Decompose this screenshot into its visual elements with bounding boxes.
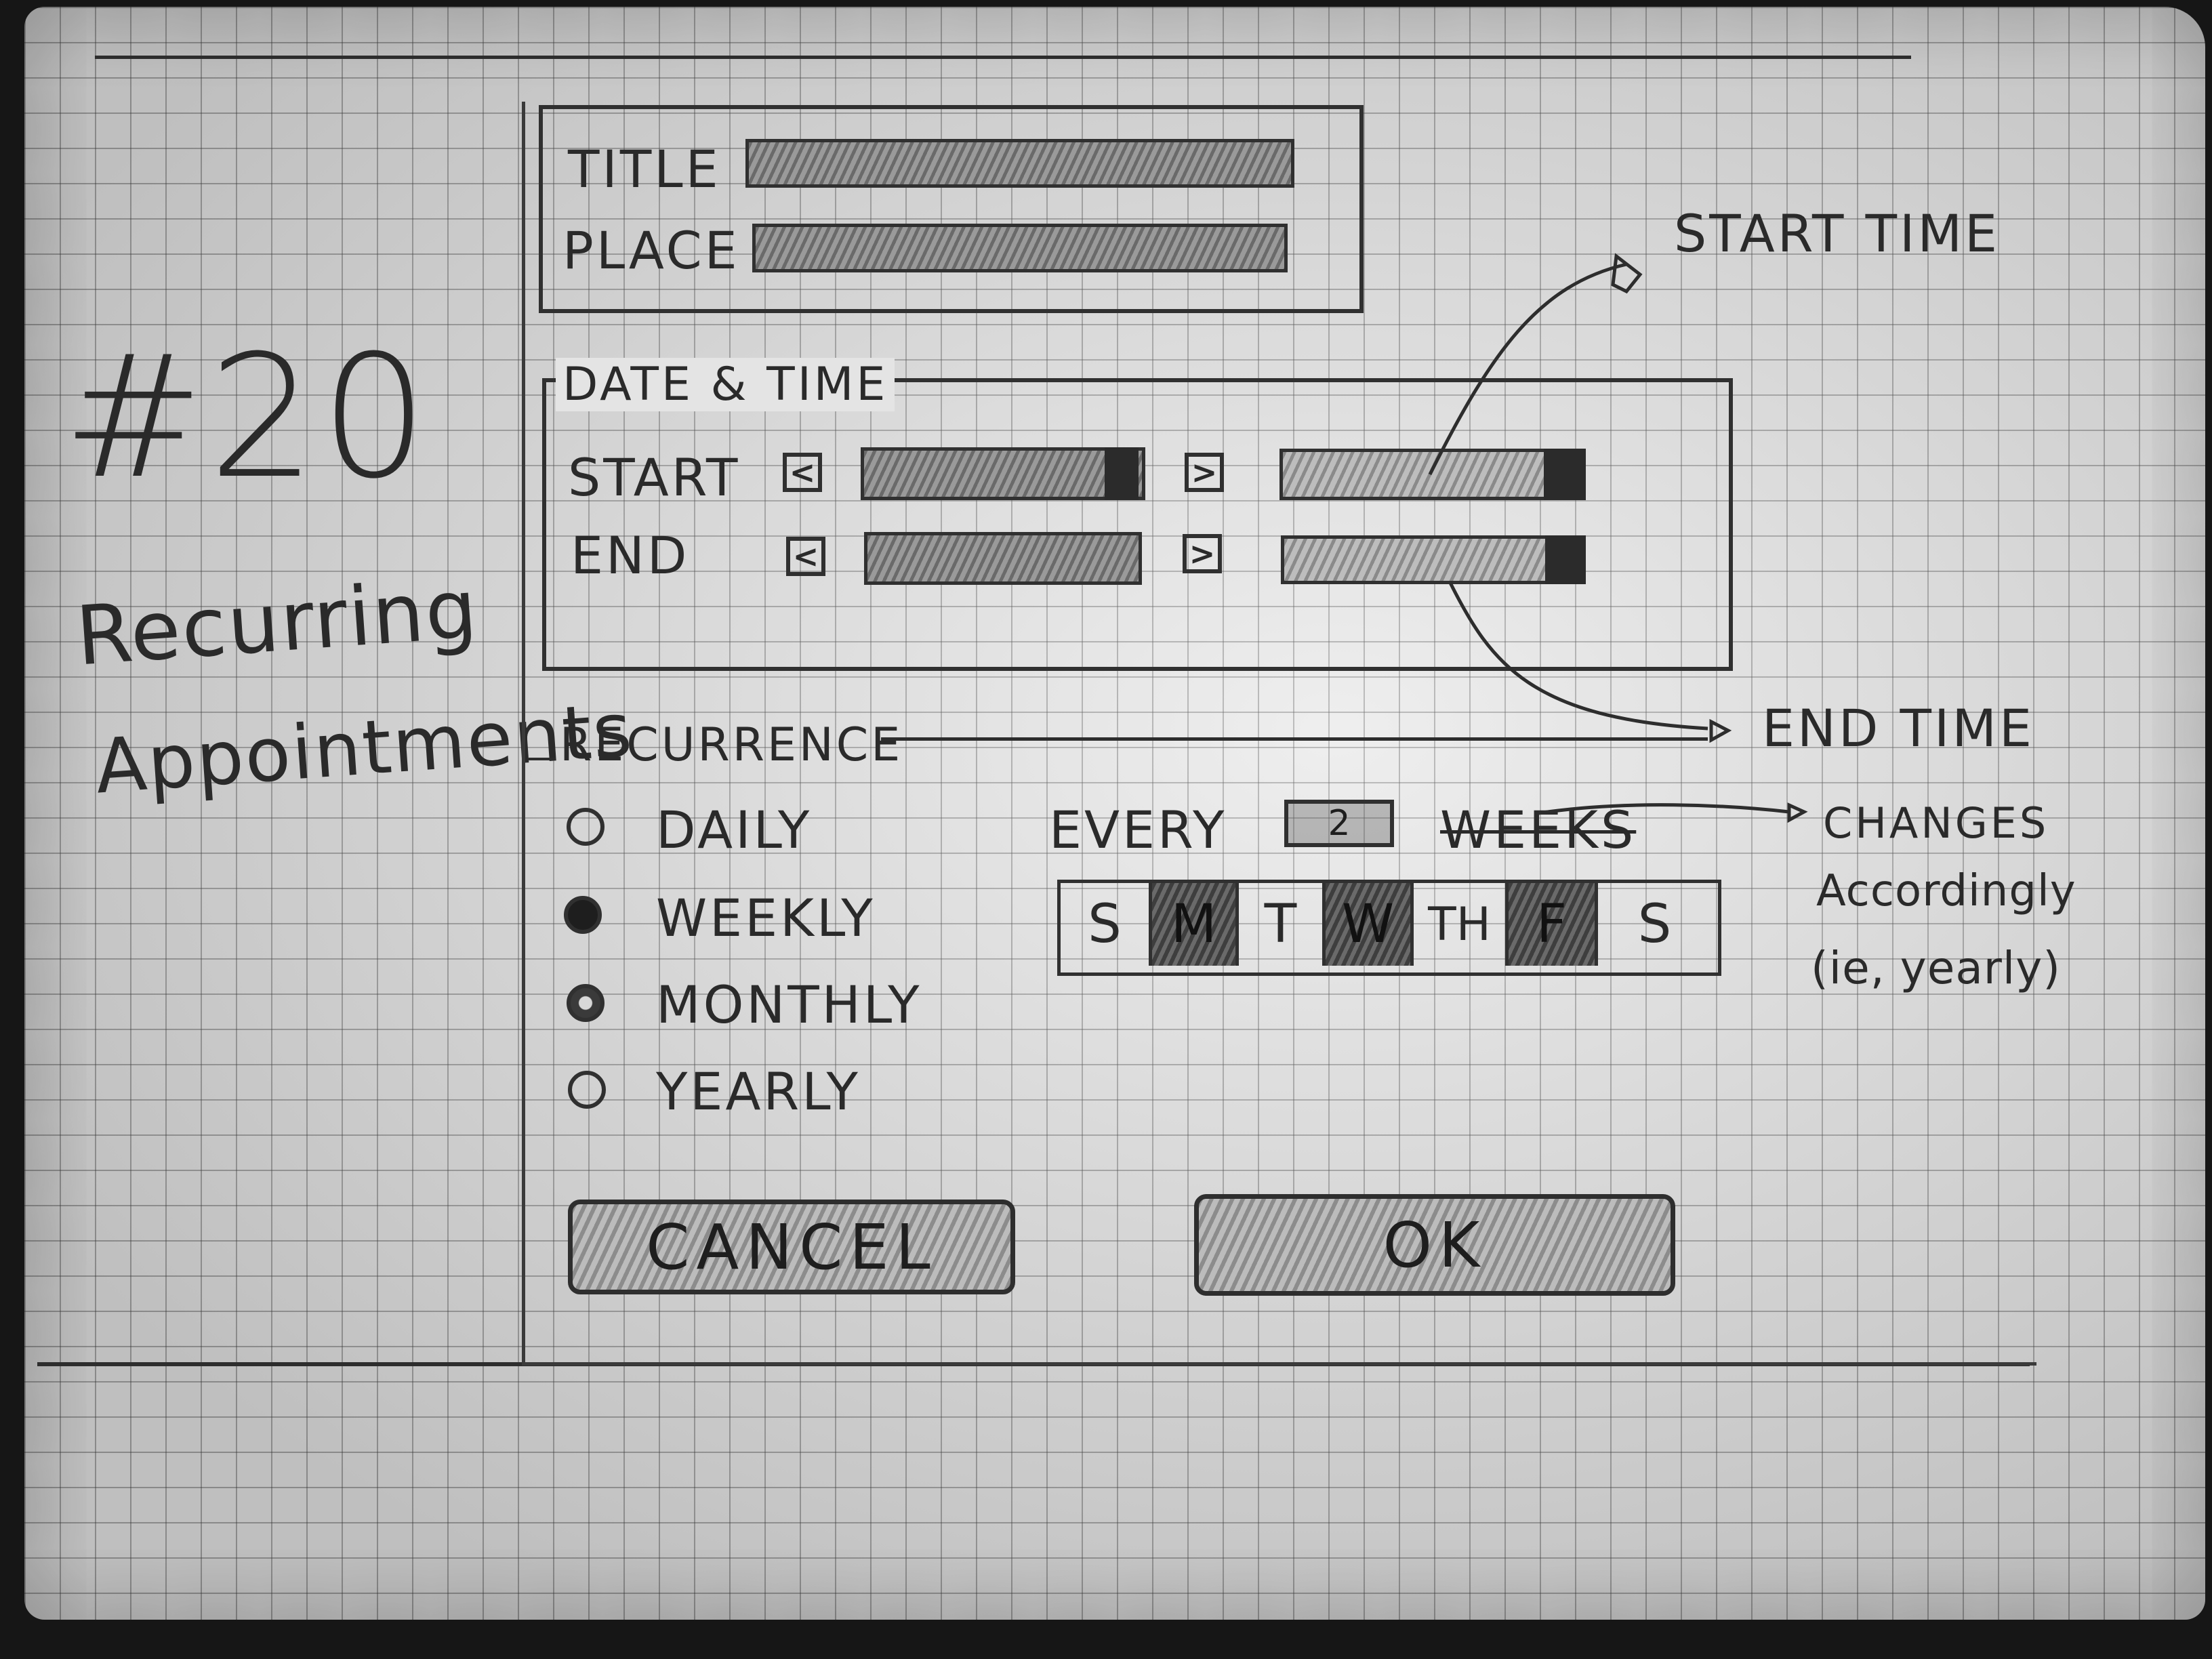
start-time-arrowhead bbox=[1611, 253, 1643, 294]
end-time-arrow bbox=[1448, 581, 1708, 731]
annotation-arrows bbox=[1428, 253, 1808, 823]
end-time-arrowhead bbox=[1709, 718, 1732, 743]
changes-arrowhead bbox=[1787, 802, 1808, 823]
changes-arrow bbox=[1538, 803, 1790, 815]
start-time-arrow bbox=[1428, 262, 1627, 476]
